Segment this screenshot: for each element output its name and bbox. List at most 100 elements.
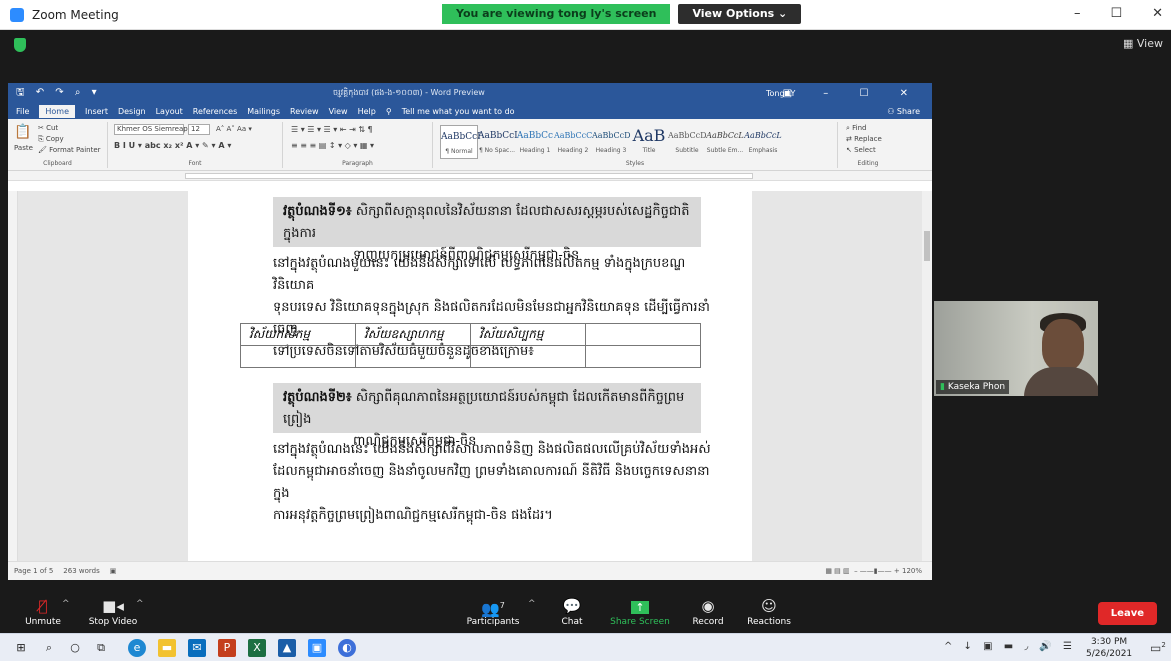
style-emphasis[interactable]: AaBbCcL Emphasis bbox=[744, 125, 782, 159]
audio-options-chevron-icon[interactable]: ^ bbox=[62, 599, 70, 609]
select-button[interactable]: ↖ Select bbox=[846, 146, 876, 154]
menu-file[interactable]: File bbox=[16, 107, 29, 116]
font-size-buttons[interactable]: A˄ A˅ Aa ▾ bbox=[216, 125, 252, 133]
cortana-icon[interactable]: ○ bbox=[66, 639, 84, 657]
style-normal[interactable]: AaBbCcI ¶ Normal bbox=[440, 125, 481, 159]
proofing-icon[interactable]: ▣ bbox=[110, 567, 117, 575]
objective-1-heading: វត្ថុបំណងទី១៖ សិក្សាពីសក្តានុពលនៃវិស័យនា… bbox=[273, 197, 701, 263]
font-name-select[interactable]: Khmer OS Siemreap bbox=[114, 124, 188, 135]
table-cell bbox=[585, 323, 701, 346]
align-buttons[interactable]: ≡ ≡ ≡ ▤ ↕ ▾ ◇ ▾ ▦ ▾ bbox=[291, 141, 374, 150]
horizontal-ruler bbox=[8, 171, 932, 181]
participant-video[interactable]: ▮ Kaseka Phon bbox=[934, 301, 1098, 396]
menu-references[interactable]: References bbox=[193, 107, 237, 116]
lightbulb-icon: ⚲ bbox=[385, 106, 392, 116]
font-format-buttons[interactable]: B I U ▾ abc x₂ x² A ▾ ✎ ▾ A ▾ bbox=[114, 141, 231, 150]
style-title[interactable]: AaB Title bbox=[630, 125, 668, 159]
photos-icon[interactable]: ▲ bbox=[278, 639, 296, 657]
word-window-controls[interactable]: ▣ – ☐ ✕ bbox=[783, 88, 922, 99]
view-button[interactable]: ▦ View bbox=[1123, 37, 1163, 50]
share-screen-button[interactable]: ↑ Share Screen bbox=[605, 595, 675, 627]
menu-design[interactable]: Design bbox=[118, 107, 146, 116]
clock[interactable]: 3:30 PM 5/26/2021 bbox=[1086, 636, 1132, 660]
style-no-spacing[interactable]: AaBbCcI ¶ No Spac... bbox=[478, 125, 518, 159]
list-buttons[interactable]: ☰ ▾ ☰ ▾ ☰ ▾ ⇤ ⇥ ⇅ ¶ bbox=[291, 125, 373, 134]
excel-icon[interactable]: X bbox=[248, 639, 266, 657]
vertical-scrollbar[interactable] bbox=[922, 191, 932, 561]
word-titlebar: 🖫 ↶ ↷ ⌕ ▾ ចរ្មុវគ្គិកុងបាវ (ផង-ង-១០០៣) -… bbox=[8, 83, 932, 103]
paragraph-group: ☰ ▾ ☰ ▾ ☰ ▾ ⇤ ⇥ ⇅ ¶ ≡ ≡ ≡ ▤ ↕ ▾ ◇ ▾ ▦ ▾ … bbox=[283, 122, 433, 168]
paste-icon[interactable]: 📋 bbox=[14, 124, 31, 140]
cut-button[interactable]: ✂ Cut bbox=[38, 124, 58, 132]
edge-browser-icon[interactable]: e bbox=[128, 639, 146, 657]
vertical-ruler bbox=[8, 191, 18, 561]
objective-2-heading: វត្ថុបំណងទី២៖ សិក្សាពីគុណភាពនៃអត្ថប្រយោជ… bbox=[273, 383, 701, 449]
window-controls: – ☐ ✕ bbox=[1074, 6, 1163, 21]
grid-icon: ▦ bbox=[1122, 37, 1134, 50]
share-button[interactable]: ⚇ Share bbox=[887, 107, 920, 116]
style-heading-1[interactable]: AaBbCc Heading 1 bbox=[516, 125, 554, 159]
menu-view[interactable]: View bbox=[329, 107, 348, 116]
replace-button[interactable]: ⇄ Replace bbox=[846, 135, 882, 143]
view-options-button[interactable]: View Options ⌄ bbox=[678, 4, 802, 24]
menu-help[interactable]: Help bbox=[358, 107, 376, 116]
task-view-icon[interactable]: ⧉ bbox=[92, 639, 110, 657]
style-subtle-emphasis[interactable]: AaBbCcL Subtle Em... bbox=[706, 125, 744, 159]
notifications-icon[interactable]: ▭2 bbox=[1150, 641, 1166, 655]
tell-me-search[interactable]: Tell me what you want to do bbox=[402, 107, 515, 116]
menu-insert[interactable]: Insert bbox=[85, 107, 108, 116]
menu-layout[interactable]: Layout bbox=[156, 107, 183, 116]
font-size-select[interactable]: 12 bbox=[188, 124, 210, 135]
objective-2-label: វត្ថុបំណងទី២៖ bbox=[283, 390, 352, 405]
scroll-thumb[interactable] bbox=[924, 231, 930, 261]
menu-review[interactable]: Review bbox=[290, 107, 319, 116]
reactions-button[interactable]: ☺ Reactions bbox=[734, 595, 804, 627]
quick-access-toolbar[interactable]: 🖫 ↶ ↷ ⌕ ▾ bbox=[16, 85, 101, 102]
style-heading-3[interactable]: AaBbCcD Heading 3 bbox=[592, 125, 631, 159]
menu-mailings[interactable]: Mailings bbox=[247, 107, 280, 116]
search-icon[interactable]: ⌕ bbox=[40, 639, 58, 657]
person-icon: ⚇ bbox=[887, 106, 897, 116]
objective-1-label: វត្ថុបំណងទី១៖ bbox=[283, 204, 352, 219]
participants-button[interactable]: 👥7 Participants bbox=[458, 595, 528, 627]
leave-button[interactable]: Leave bbox=[1097, 602, 1157, 625]
record-button[interactable]: ◉ Record bbox=[673, 595, 743, 627]
chrome-icon[interactable]: ◐ bbox=[338, 639, 356, 657]
find-button[interactable]: ⌕ Find bbox=[846, 124, 867, 133]
chat-bubble-icon: 💬 bbox=[562, 597, 582, 615]
word-count[interactable]: 263 words bbox=[63, 567, 99, 575]
document-page[interactable]: វត្ថុបំណងទី១៖ សិក្សាពីសក្តានុពលនៃវិស័យនា… bbox=[188, 191, 752, 561]
participants-chevron-icon[interactable]: ^ bbox=[528, 599, 536, 609]
menu-home[interactable]: Home bbox=[39, 104, 76, 118]
viewing-banner: You are viewing tong ly's screen View Op… bbox=[442, 4, 802, 24]
zoom-level[interactable]: ▦ ▤ ▥ – ——▮—— + 120% bbox=[825, 567, 922, 575]
format-painter-button[interactable]: 🖌 Format Painter bbox=[38, 146, 101, 154]
style-heading-2[interactable]: AaBbCcC Heading 2 bbox=[554, 125, 592, 159]
share-screen-icon: ↑ bbox=[605, 595, 675, 617]
table-cell bbox=[240, 345, 356, 368]
styles-label: Styles bbox=[625, 160, 645, 167]
mail-icon[interactable]: ✉ bbox=[188, 639, 206, 657]
font-label: Font bbox=[188, 160, 202, 167]
video-options-chevron-icon[interactable]: ^ bbox=[136, 599, 144, 609]
table-cell bbox=[470, 345, 586, 368]
viewing-status: You are viewing tong ly's screen bbox=[442, 4, 671, 24]
security-shield-icon[interactable] bbox=[14, 38, 26, 52]
page-count[interactable]: Page 1 of 5 bbox=[14, 567, 53, 575]
close-button[interactable]: ✕ bbox=[1152, 6, 1163, 21]
powerpoint-icon[interactable]: P bbox=[218, 639, 236, 657]
windows-start-icon[interactable]: ⊞ bbox=[12, 639, 30, 657]
chat-button[interactable]: 💬 Chat bbox=[537, 595, 607, 627]
paste-label[interactable]: Paste bbox=[14, 144, 33, 152]
zoom-app-icon[interactable]: ▣ bbox=[308, 639, 326, 657]
participant-name-tag: ▮ Kaseka Phon bbox=[936, 380, 1010, 394]
copy-button[interactable]: ⎘ Copy bbox=[38, 135, 64, 144]
system-tray[interactable]: ^ ↓ ▣ ▬ ◞ 🔊 ☰ bbox=[944, 641, 1076, 652]
word-menubar: File Home Insert Design Layout Reference… bbox=[8, 103, 932, 119]
style-subtitle[interactable]: AaBbCcD Subtitle bbox=[668, 125, 707, 159]
word-statusbar: Page 1 of 5 263 words ▣ ▦ ▤ ▥ – ——▮—— + … bbox=[8, 561, 932, 580]
file-explorer-icon[interactable]: ▬ bbox=[158, 639, 176, 657]
minimize-button[interactable]: – bbox=[1074, 6, 1081, 21]
maximize-button[interactable]: ☐ bbox=[1110, 6, 1122, 21]
paragraph-2: នៅក្នុងវត្ថុបំណងនេះ យើងនឹងសិក្សាពីវិសាលភ… bbox=[273, 442, 711, 523]
